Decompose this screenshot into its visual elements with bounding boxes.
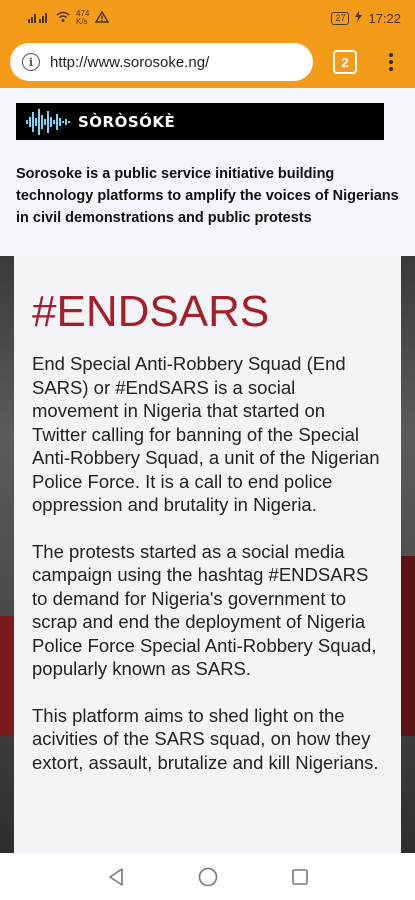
address-bar[interactable]: i http://www.sorosoke.ng/: [10, 43, 313, 81]
browser-toolbar: i http://www.sorosoke.ng/ 2: [0, 36, 415, 88]
url-text[interactable]: http://www.sorosoke.ng/: [50, 54, 209, 71]
overflow-menu-icon[interactable]: [383, 49, 399, 75]
home-icon[interactable]: [196, 865, 220, 889]
wifi-icon: [56, 11, 70, 26]
speed-unit: K/s: [76, 17, 88, 26]
soundwave-icon: [26, 108, 70, 135]
menu-dot: [389, 67, 393, 71]
status-left: 474 K/s: [28, 10, 110, 26]
site-logo[interactable]: SÒRÒSÓKÈ: [16, 103, 384, 140]
status-time: 17:22: [368, 10, 401, 26]
alert-icon: [95, 10, 110, 26]
menu-dot: [389, 53, 393, 57]
back-icon[interactable]: [104, 865, 128, 889]
menu-dot: [389, 60, 393, 64]
info-icon[interactable]: i: [22, 53, 40, 71]
logo-text: SÒRÒSÓKÈ: [78, 112, 176, 131]
tab-switcher-button[interactable]: 2: [333, 50, 357, 74]
endsars-card: #ENDSARS End Special Anti-Robbery Squad …: [14, 256, 401, 853]
card-paragraph: The protests started as a social media c…: [32, 540, 377, 680]
site-intro: Sorosoke is a public service initiative …: [16, 166, 399, 226]
recents-icon[interactable]: [288, 865, 312, 889]
card-title: #ENDSARS: [32, 287, 270, 336]
site-header: SÒRÒSÓKÈ Sorosoke is a public service in…: [0, 88, 415, 256]
card-paragraph: End Special Anti-Robbery Squad (End SARS…: [32, 353, 380, 515]
charging-icon: [355, 11, 363, 25]
status-bar: 474 K/s 27 17:22: [0, 0, 415, 36]
status-right: 27 17:22: [331, 11, 401, 26]
signal-icon: [28, 11, 50, 26]
system-nav-bar: [0, 853, 415, 900]
card-paragraph: This platform aims to shed light on the …: [32, 704, 379, 773]
network-speed: 474 K/s: [76, 10, 89, 26]
battery-indicator: 27: [331, 11, 350, 25]
